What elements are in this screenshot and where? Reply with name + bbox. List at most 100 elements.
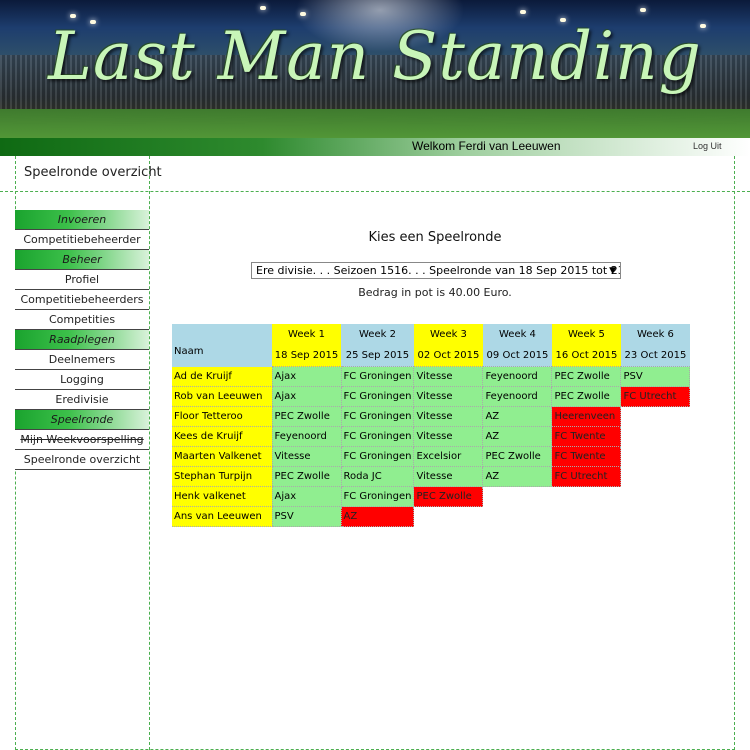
table-row: Ans van Leeuwen PSV AZ <box>172 506 690 527</box>
pick-cell-won: Vitesse <box>413 426 484 447</box>
sidebar-item-deelnemers[interactable]: Deelnemers <box>15 350 149 370</box>
pick-cell-won: PEC Zwolle <box>271 406 342 427</box>
sidebar-section-raadplegen[interactable]: Raadplegen <box>15 330 149 350</box>
table-row: Stephan Turpijn PEC Zwolle Roda JC Vitesse A… <box>172 466 690 487</box>
participant-name: Ans van Leeuwen <box>172 506 272 527</box>
pick-cell-won: Feyenoord <box>482 366 553 387</box>
sidebar-item-mijn-weekvoorspelling[interactable]: Mijn Weekvoorspelling <box>15 430 149 450</box>
pick-cell-empty <box>621 467 690 487</box>
week-column-header: Week 2 25 Sep 2015 <box>341 324 414 367</box>
participant-name: Stephan Turpijn <box>172 466 272 487</box>
week-column-header: Week 5 16 Oct 2015 <box>551 324 621 367</box>
pick-cell-empty <box>552 507 621 527</box>
pick-cell-won: FC Groningen <box>340 386 415 407</box>
participant-name: Henk valkenet <box>172 486 272 507</box>
week-label: Week 5 <box>567 329 605 340</box>
standings-table: Naam Week 1 18 Sep 2015 Week 2 25 Sep 2015 We… <box>172 324 691 527</box>
pick-cell-won: AZ <box>482 406 553 427</box>
week-date: 25 Sep 2015 <box>345 350 410 361</box>
pick-cell-won: Feyenoord <box>271 426 342 447</box>
participant-name: Maarten Valkenet <box>172 446 272 467</box>
sidebar-item-logging[interactable]: Logging <box>15 370 149 390</box>
week-column-header: Week 1 18 Sep 2015 <box>272 324 341 367</box>
pick-cell-won: AZ <box>482 466 553 487</box>
sidebar-section-beheer[interactable]: Beheer <box>15 250 149 270</box>
welcome-bar: Welkom Ferdi van Leeuwen Log Uit <box>0 138 750 156</box>
pick-cell-lost: FC Utrecht <box>551 466 622 487</box>
table-row: Rob van Leeuwen Ajax FC Groningen Vitesse Fe… <box>172 386 691 407</box>
pick-cell-empty <box>414 507 483 527</box>
table-row: Kees de Kruijf Feyenoord FC Groningen Vites… <box>172 426 690 447</box>
participant-name: Kees de Kruijf <box>172 426 272 447</box>
table-row: Henk valkenet Ajax FC Groningen PEC Zwolle <box>172 486 690 507</box>
week-label: Week 2 <box>359 329 396 340</box>
page-title: Speelronde overzicht <box>24 165 162 180</box>
sidebar-section-speelronde[interactable]: Speelronde <box>15 410 149 430</box>
pick-cell-empty <box>483 507 552 527</box>
pick-cell-empty <box>552 487 621 507</box>
pick-cell-lost: Heerenveen <box>551 406 622 427</box>
pick-cell-empty <box>621 427 690 447</box>
pick-cell-won: PSV <box>271 506 342 527</box>
table-row: Floor Tetteroo PEC Zwolle FC Groningen Vite… <box>172 406 690 427</box>
frame-line-sidebar <box>149 156 150 750</box>
pick-cell-lost: AZ <box>340 506 415 527</box>
welcome-text: Welkom Ferdi van Leeuwen <box>412 139 561 153</box>
sidebar-menu: Invoeren Competitiebeheerder Beheer Profiel… <box>15 210 149 470</box>
pick-cell-empty <box>483 487 552 507</box>
stadium-pitch-image <box>0 108 750 138</box>
participant-name: Rob van Leeuwen <box>172 386 272 407</box>
participant-name: Floor Tetteroo <box>172 406 272 427</box>
pick-cell-won: FC Groningen <box>340 406 415 427</box>
header-banner: Last Man Standing <box>0 0 750 138</box>
round-select-value: Ere divisie. . . Seizoen 1516. . . Speel… <box>256 264 620 277</box>
pick-cell-empty <box>621 447 690 467</box>
pick-cell-won: Vitesse <box>413 366 484 387</box>
round-select[interactable]: Ere divisie. . . Seizoen 1516. . . Speel… <box>251 262 621 279</box>
table-row: Ad de Kruijf Ajax FC Groningen Vitesse Feyen… <box>172 366 691 387</box>
name-column-header: Naam <box>172 324 272 367</box>
pick-cell-won: FC Groningen <box>340 446 415 467</box>
choose-round-heading: Kies een Speelronde <box>368 230 502 245</box>
pick-cell-won: PEC Zwolle <box>551 386 622 407</box>
participant-name: Ad de Kruijf <box>172 366 272 387</box>
pick-cell-lost: FC Utrecht <box>620 386 691 407</box>
pick-cell-won: Feyenoord <box>482 386 553 407</box>
pick-cell-won: Ajax <box>271 386 342 407</box>
pick-cell-won: PEC Zwolle <box>482 446 553 467</box>
table-row: Maarten Valkenet Vitesse FC Groningen Excel… <box>172 446 690 467</box>
sidebar-item-speelronde-overzicht[interactable]: Speelronde overzicht <box>15 450 149 470</box>
week-label: Week 4 <box>498 329 536 340</box>
pick-cell-empty <box>621 487 690 507</box>
pick-cell-won: PSV <box>620 366 691 387</box>
sidebar-section-invoeren[interactable]: Invoeren <box>15 210 149 230</box>
pick-cell-won: Excelsior <box>413 446 484 467</box>
week-column-header: Week 6 23 Oct 2015 <box>620 324 690 367</box>
pick-cell-won: Vitesse <box>271 446 342 467</box>
week-label: Week 6 <box>636 329 674 340</box>
chevron-down-icon: ▼ <box>609 266 616 276</box>
pick-cell-won: Vitesse <box>413 466 484 487</box>
pick-cell-won: FC Groningen <box>340 366 415 387</box>
week-column-header: Week 3 02 Oct 2015 <box>413 324 483 367</box>
pick-cell-won: Roda JC <box>340 466 415 487</box>
week-label: Week 3 <box>429 329 467 340</box>
week-date: 09 Oct 2015 <box>486 350 549 361</box>
pick-cell-won: FC Groningen <box>340 486 415 507</box>
pick-cell-won: FC Groningen <box>340 426 415 447</box>
week-date: 18 Sep 2015 <box>274 350 339 361</box>
pot-amount-text: Bedrag in pot is 40.00 Euro. <box>358 286 512 299</box>
pick-cell-won: Vitesse <box>413 406 484 427</box>
week-label: Week 1 <box>288 329 325 340</box>
pick-cell-won: PEC Zwolle <box>271 466 342 487</box>
site-logo-title: Last Man Standing <box>48 18 702 95</box>
pick-cell-lost: PEC Zwolle <box>413 486 484 507</box>
pick-cell-empty <box>621 407 690 427</box>
sidebar-item-eredivisie[interactable]: Eredivisie <box>15 390 149 410</box>
week-date: 23 Oct 2015 <box>624 350 687 361</box>
sidebar-item-competities[interactable]: Competities <box>15 310 149 330</box>
name-header-label: Naam <box>174 346 204 357</box>
pick-cell-won: PEC Zwolle <box>551 366 622 387</box>
week-column-header: Week 4 09 Oct 2015 <box>482 324 552 367</box>
logout-link[interactable]: Log Uit <box>693 141 722 151</box>
